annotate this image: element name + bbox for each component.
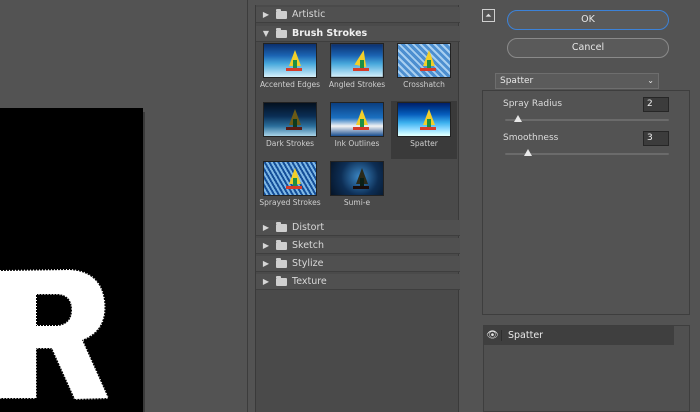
- smoothness-slider-handle[interactable]: [524, 149, 533, 156]
- category-label: Texture: [292, 276, 327, 287]
- expand-arrow-icon: ▶: [262, 223, 270, 232]
- filter-thumbnail: [263, 161, 317, 196]
- category-label: Brush Strokes: [292, 28, 368, 39]
- category-sketch[interactable]: ▶ Sketch: [256, 238, 460, 254]
- spray-radius-slider[interactable]: [505, 119, 669, 121]
- category-label: Stylize: [292, 258, 324, 269]
- expand-arrow-icon: ▶: [262, 10, 270, 19]
- expand-arrow-icon: ▶: [262, 241, 270, 250]
- folder-icon: [276, 221, 287, 232]
- preview-divider: [247, 0, 248, 412]
- folder-icon: [276, 8, 287, 19]
- folder-icon: [276, 239, 287, 250]
- filter-dropdown-value: Spatter: [500, 76, 534, 86]
- filter-accented-edges[interactable]: Accented Edges: [257, 42, 323, 100]
- effect-layer-name: Spatter: [508, 330, 544, 341]
- filter-label: Sumi-e: [343, 198, 371, 207]
- filter-label: Spatter: [410, 139, 438, 148]
- preview-pane[interactable]: [0, 0, 249, 412]
- spray-radius-label: Spray Radius: [503, 99, 563, 109]
- preview-letter-graphic: [0, 108, 143, 412]
- category-label: Distort: [292, 222, 325, 233]
- filter-dropdown[interactable]: Spatter ⌄: [495, 73, 659, 89]
- filter-label: Ink Outlines: [334, 139, 380, 148]
- smoothness-label: Smoothness: [503, 133, 559, 143]
- preview-image-shadow: [143, 112, 145, 412]
- filter-label: Angled Strokes: [328, 80, 386, 89]
- filter-label: Crosshatch: [403, 80, 445, 89]
- cancel-button[interactable]: Cancel: [507, 38, 669, 58]
- category-label: Sketch: [292, 240, 325, 251]
- filter-settings-panel: [482, 90, 690, 315]
- spray-radius-slider-handle[interactable]: [514, 115, 523, 122]
- category-brush-strokes[interactable]: ▼ Brush Strokes: [256, 26, 460, 42]
- filter-gallery[interactable]: ▶ Artistic ▼ Brush Strokes Accented Edge…: [255, 5, 460, 412]
- eye-icon[interactable]: 👁: [484, 330, 502, 341]
- filter-thumbnail: [330, 43, 384, 78]
- filter-dark-strokes[interactable]: Dark Strokes: [257, 101, 323, 159]
- filter-label: Accented Edges: [259, 80, 321, 89]
- expand-arrow-icon: ▶: [262, 277, 270, 286]
- spray-radius-input[interactable]: 2: [643, 97, 669, 112]
- folder-open-icon: [276, 27, 287, 38]
- preview-image: [0, 108, 143, 412]
- filter-sumi-e[interactable]: Sumi-e: [324, 160, 390, 218]
- smoothness-input[interactable]: 3: [643, 131, 669, 146]
- filter-spatter[interactable]: Spatter: [391, 101, 457, 159]
- folder-icon: [276, 275, 287, 286]
- category-stylize[interactable]: ▶ Stylize: [256, 256, 460, 272]
- collapse-arrow-icon: ▼: [262, 29, 270, 38]
- filter-thumbnail: [263, 43, 317, 78]
- filter-thumbnail: [330, 161, 384, 196]
- filter-crosshatch[interactable]: Crosshatch: [391, 42, 457, 100]
- expand-arrow-icon: ▶: [262, 259, 270, 268]
- category-texture[interactable]: ▶ Texture: [256, 274, 460, 290]
- folder-icon: [276, 257, 287, 268]
- category-distort[interactable]: ▶ Distort: [256, 220, 460, 236]
- collapse-up-icon[interactable]: ⏶: [482, 9, 495, 22]
- filter-label: Sprayed Strokes: [259, 198, 321, 207]
- filter-thumbnail: [397, 43, 451, 78]
- category-label: Artistic: [292, 9, 326, 20]
- chevron-down-icon: ⌄: [647, 76, 654, 85]
- effect-layer-row[interactable]: 👁 Spatter: [484, 326, 674, 345]
- category-artistic[interactable]: ▶ Artistic: [256, 7, 460, 23]
- filter-thumbnail: [397, 102, 451, 137]
- filter-sprayed-strokes[interactable]: Sprayed Strokes: [257, 160, 323, 218]
- filter-ink-outlines[interactable]: Ink Outlines: [324, 101, 390, 159]
- filter-thumbnail: [263, 102, 317, 137]
- filter-angled-strokes[interactable]: Angled Strokes: [324, 42, 390, 100]
- ok-button[interactable]: OK: [507, 10, 669, 30]
- filter-label: Dark Strokes: [266, 139, 314, 148]
- filter-thumbnail: [330, 102, 384, 137]
